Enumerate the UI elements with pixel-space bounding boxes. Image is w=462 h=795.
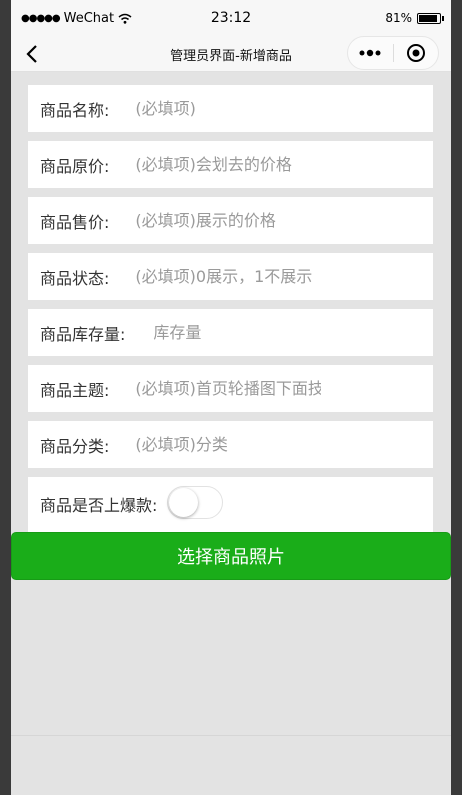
more-button[interactable] (348, 37, 393, 69)
battery-icon (417, 12, 444, 24)
name-row: 商品名称: (28, 85, 433, 132)
theme-input[interactable] (135, 373, 322, 404)
status-input[interactable] (135, 261, 322, 292)
sale-price-label: 商品售价: (40, 212, 110, 232)
name-label: 商品名称: (40, 100, 110, 120)
original-price-input[interactable] (135, 149, 322, 180)
stock-row: 商品库存量: (28, 309, 433, 356)
mini-program-capsule (347, 36, 439, 70)
record-circle-icon (406, 44, 425, 62)
name-input[interactable] (135, 93, 322, 124)
toggle-knob (169, 488, 199, 517)
original-price-label: 商品原价: (40, 156, 110, 176)
battery-percent: 81% (385, 11, 412, 25)
status-row: 商品状态: (28, 253, 433, 300)
more-dots-icon (359, 49, 381, 57)
sale-price-row: 商品售价: (28, 197, 433, 244)
hot-label: 商品是否上爆款: (40, 496, 158, 515)
status-label: 商品状态: (40, 268, 110, 288)
phone-screen: ●●●●● WeChat 23:12 81% 管理员界面-新增商品 商品名称: … (11, 0, 451, 795)
stock-label: 商品库存量: (40, 324, 126, 344)
hot-toggle[interactable] (167, 486, 224, 519)
theme-label: 商品主题: (40, 380, 110, 400)
status-bar: ●●●●● WeChat 23:12 81% (11, 0, 451, 36)
theme-row: 商品主题: (28, 365, 433, 412)
battery-info: 81% (385, 11, 444, 25)
hot-row: 商品是否上爆款: (28, 477, 433, 533)
category-input[interactable] (135, 429, 322, 460)
sale-price-input[interactable] (135, 205, 322, 236)
category-label: 商品分类: (40, 436, 110, 456)
choose-photo-button[interactable]: 选择商品照片 (11, 532, 451, 580)
original-price-row: 商品原价: (28, 141, 433, 188)
bottom-divider (11, 735, 451, 736)
category-row: 商品分类: (28, 421, 433, 468)
nav-bar: 管理员界面-新增商品 (11, 36, 451, 72)
close-capsule-button[interactable] (394, 37, 439, 69)
stock-input[interactable] (153, 317, 304, 348)
